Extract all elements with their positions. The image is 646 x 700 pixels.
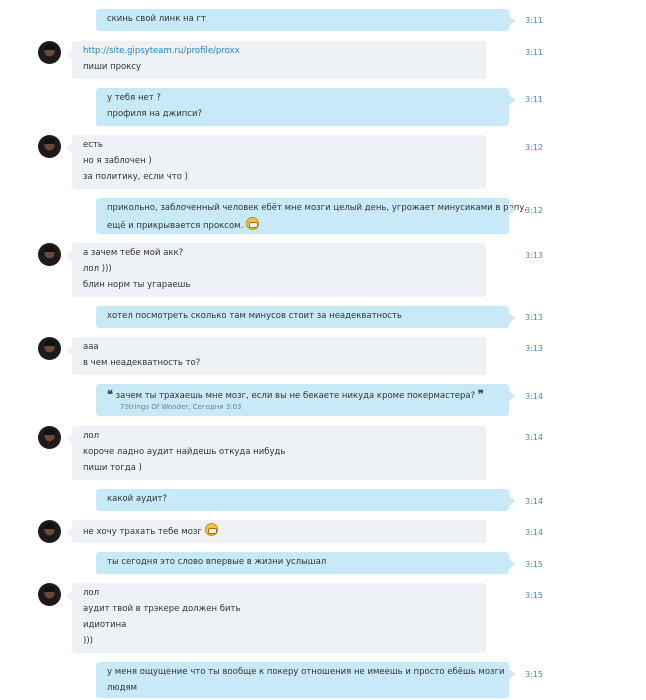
quoted-message-text: зачем ты трахаешь мне мозг, если вы не б… [115,391,476,401]
message-text: есть [83,140,103,150]
message-text: а зачем тебе мой акк? [83,248,184,258]
contact-avatar[interactable] [38,426,61,449]
message-bubble-incoming: а зачем тебе мой акк? лол ))) блин норм … [66,243,486,297]
message-text: скинь свой линк на гт [107,14,206,24]
contact-avatar[interactable] [38,337,61,360]
quoted-message-author-time: 7Strings Of Wonder, Сегодня 3:03 [120,403,242,411]
message-bubble-incoming: есть но я заблочен ) за политику, если ч… [66,135,486,189]
message-bubble-incoming: http://site.gipsyteam.ru/profile/proxx п… [66,41,486,79]
message-timestamp: 3:13 [525,251,543,260]
close-quote-icon: ❞ [477,388,484,401]
contact-avatar[interactable] [38,41,61,64]
message-timestamp: 3:15 [525,591,543,600]
contact-avatar[interactable] [38,583,61,606]
message-text: ааа [83,342,99,352]
message-bubble-incoming: ааа в чем неадекватность то? [66,337,486,375]
message-text: какой аудит? [107,494,168,504]
message-text: за политику, если что ) [83,172,188,182]
message-timestamp: 3:14 [525,392,543,401]
message-timestamp: 3:12 [525,206,543,215]
message-timestamp: 3:11 [525,48,543,57]
message-text: блин норм ты угараешь [83,280,191,290]
message-bubble-incoming: лол аудит твой в трэкере должен бить иди… [66,583,486,653]
message-bubble-outgoing: ты сегодня это слово впервые в жизни усл… [96,552,515,574]
message-text: не хочу трахать тебе мозг [83,527,202,537]
message-timestamp: 3:13 [525,313,543,322]
message-timestamp: 3:14 [525,433,543,442]
message-text: ))) [83,636,93,646]
contact-avatar[interactable] [38,243,61,266]
message-text: профиля на джипси? [107,109,202,119]
message-timestamp: 3:15 [525,670,543,679]
message-text: прикольно, заблоченный человек ебёт мне … [107,203,527,213]
quoted-message: ❝ зачем ты трахаешь мне мозг, если вы не… [107,389,498,402]
message-timestamp: 3:14 [525,528,543,537]
message-line: ещё и прикрывается проксом. [107,217,498,233]
message-text: пиши проксу [83,62,142,72]
message-bubble-outgoing: ❝ зачем ты трахаешь мне мозг, если вы не… [96,384,515,416]
contact-avatar[interactable] [38,520,61,543]
message-text: идиотина [83,620,127,630]
message-text: людям [107,683,137,693]
message-text: лол ))) [83,264,112,274]
laughing-smiley-icon [246,217,260,230]
message-bubble-outgoing: прикольно, заблоченный человек ебёт мне … [96,198,527,234]
message-link[interactable]: http://site.gipsyteam.ru/profile/proxx [83,44,475,60]
message-bubble-incoming: лол короче ладно аудит найдешь откуда ни… [66,426,486,480]
message-text: пиши тогда ) [83,463,142,473]
message-bubble-outgoing: у тебя нет ? профиля на джипси? [96,88,515,126]
message-timestamp: 3:13 [525,344,543,353]
message-bubble-outgoing: хотел посмотреть сколько там минусов сто… [96,306,515,328]
message-timestamp: 3:11 [525,16,543,25]
message-timestamp: 3:15 [525,560,543,569]
message-timestamp: 3:12 [525,143,543,152]
message-bubble-outgoing: какой аудит? [96,489,515,511]
message-text: у меня ощущение что ты вообще к покеру о… [107,667,505,677]
message-text: аудит твой в трэкере должен бить [83,604,241,614]
message-text: лол [83,431,100,441]
message-text: у тебя нет ? [107,93,161,103]
open-quote-icon: ❝ [107,388,113,401]
message-line: не хочу трахать тебе мозг [83,523,475,539]
message-timestamp: 3:14 [525,497,543,506]
message-text: короче ладно аудит найдешь откуда нибудь [83,447,286,457]
laughing-smiley-icon [204,523,218,536]
contact-avatar[interactable] [38,135,61,158]
message-bubble-incoming: не хочу трахать тебе мозг [66,520,486,543]
message-text: лол [83,588,100,598]
message-text: но я заблочен ) [83,156,152,166]
message-bubble-outgoing: у меня ощущение что ты вообще к покеру о… [96,662,515,698]
message-bubble-outgoing: скинь свой линк на гт [96,9,515,31]
message-text: в чем неадекватность то? [83,358,201,368]
message-text: хотел посмотреть сколько там минусов сто… [107,311,402,321]
message-timestamp: 3:11 [525,95,543,104]
message-text: ты сегодня это слово впервые в жизни усл… [107,557,327,567]
message-text: ещё и прикрывается проксом. [107,221,244,231]
